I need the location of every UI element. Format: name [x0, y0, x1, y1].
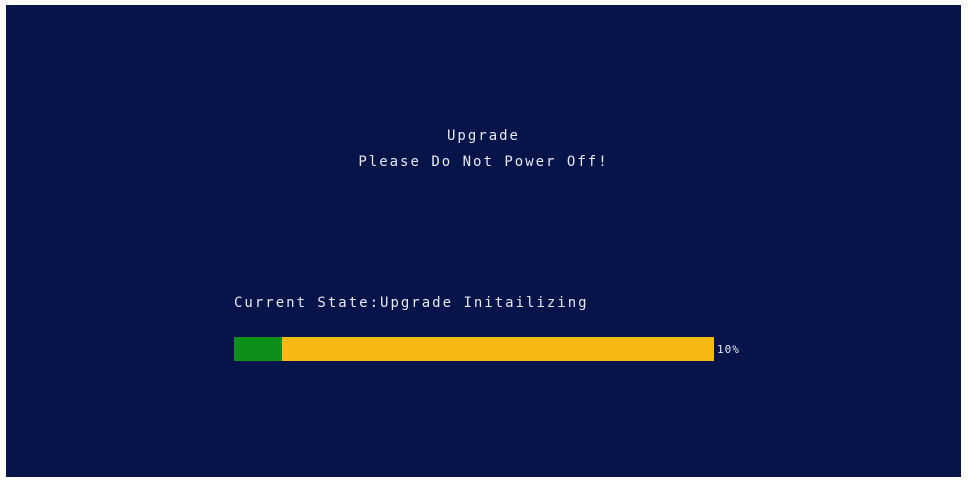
progress-percent: 10% — [717, 343, 740, 356]
progress-bar — [234, 337, 714, 361]
progress-fill — [234, 337, 282, 361]
power-warning: Please Do Not Power Off! — [358, 154, 609, 170]
upgrade-screen: Upgrade Please Do Not Power Off! Current… — [6, 5, 961, 477]
upgrade-title: Upgrade — [446, 128, 520, 144]
current-state-label: Current State: — [234, 295, 381, 311]
current-state-value: Upgrade Initailizing — [380, 295, 589, 311]
current-state: Current State:Upgrade Initailizing — [234, 295, 589, 311]
